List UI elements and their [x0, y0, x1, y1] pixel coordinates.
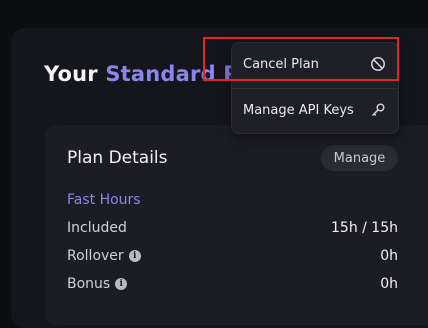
- rollover-label: Rollover: [67, 248, 124, 264]
- info-icon[interactable]: i: [128, 250, 141, 262]
- title-prefix: Your: [44, 62, 106, 86]
- manage-api-keys-label: Manage API Keys: [243, 102, 354, 118]
- menu-item-manage-api-keys[interactable]: Manage API Keys: [232, 94, 398, 126]
- bonus-label: Bonus: [67, 276, 111, 292]
- fast-hours-label: Fast Hours: [67, 192, 141, 208]
- key-icon: [372, 103, 385, 116]
- plan-details-title: Plan Details: [67, 148, 168, 168]
- highlight-box: [203, 37, 399, 81]
- bonus-value: 0h: [380, 276, 398, 292]
- info-icon[interactable]: i: [115, 278, 128, 290]
- manage-button[interactable]: Manage: [321, 145, 398, 171]
- menu-divider: [232, 88, 398, 89]
- included-label: Included: [67, 220, 127, 236]
- included-value: 15h / 15h: [331, 220, 398, 236]
- rollover-value: 0h: [380, 248, 398, 264]
